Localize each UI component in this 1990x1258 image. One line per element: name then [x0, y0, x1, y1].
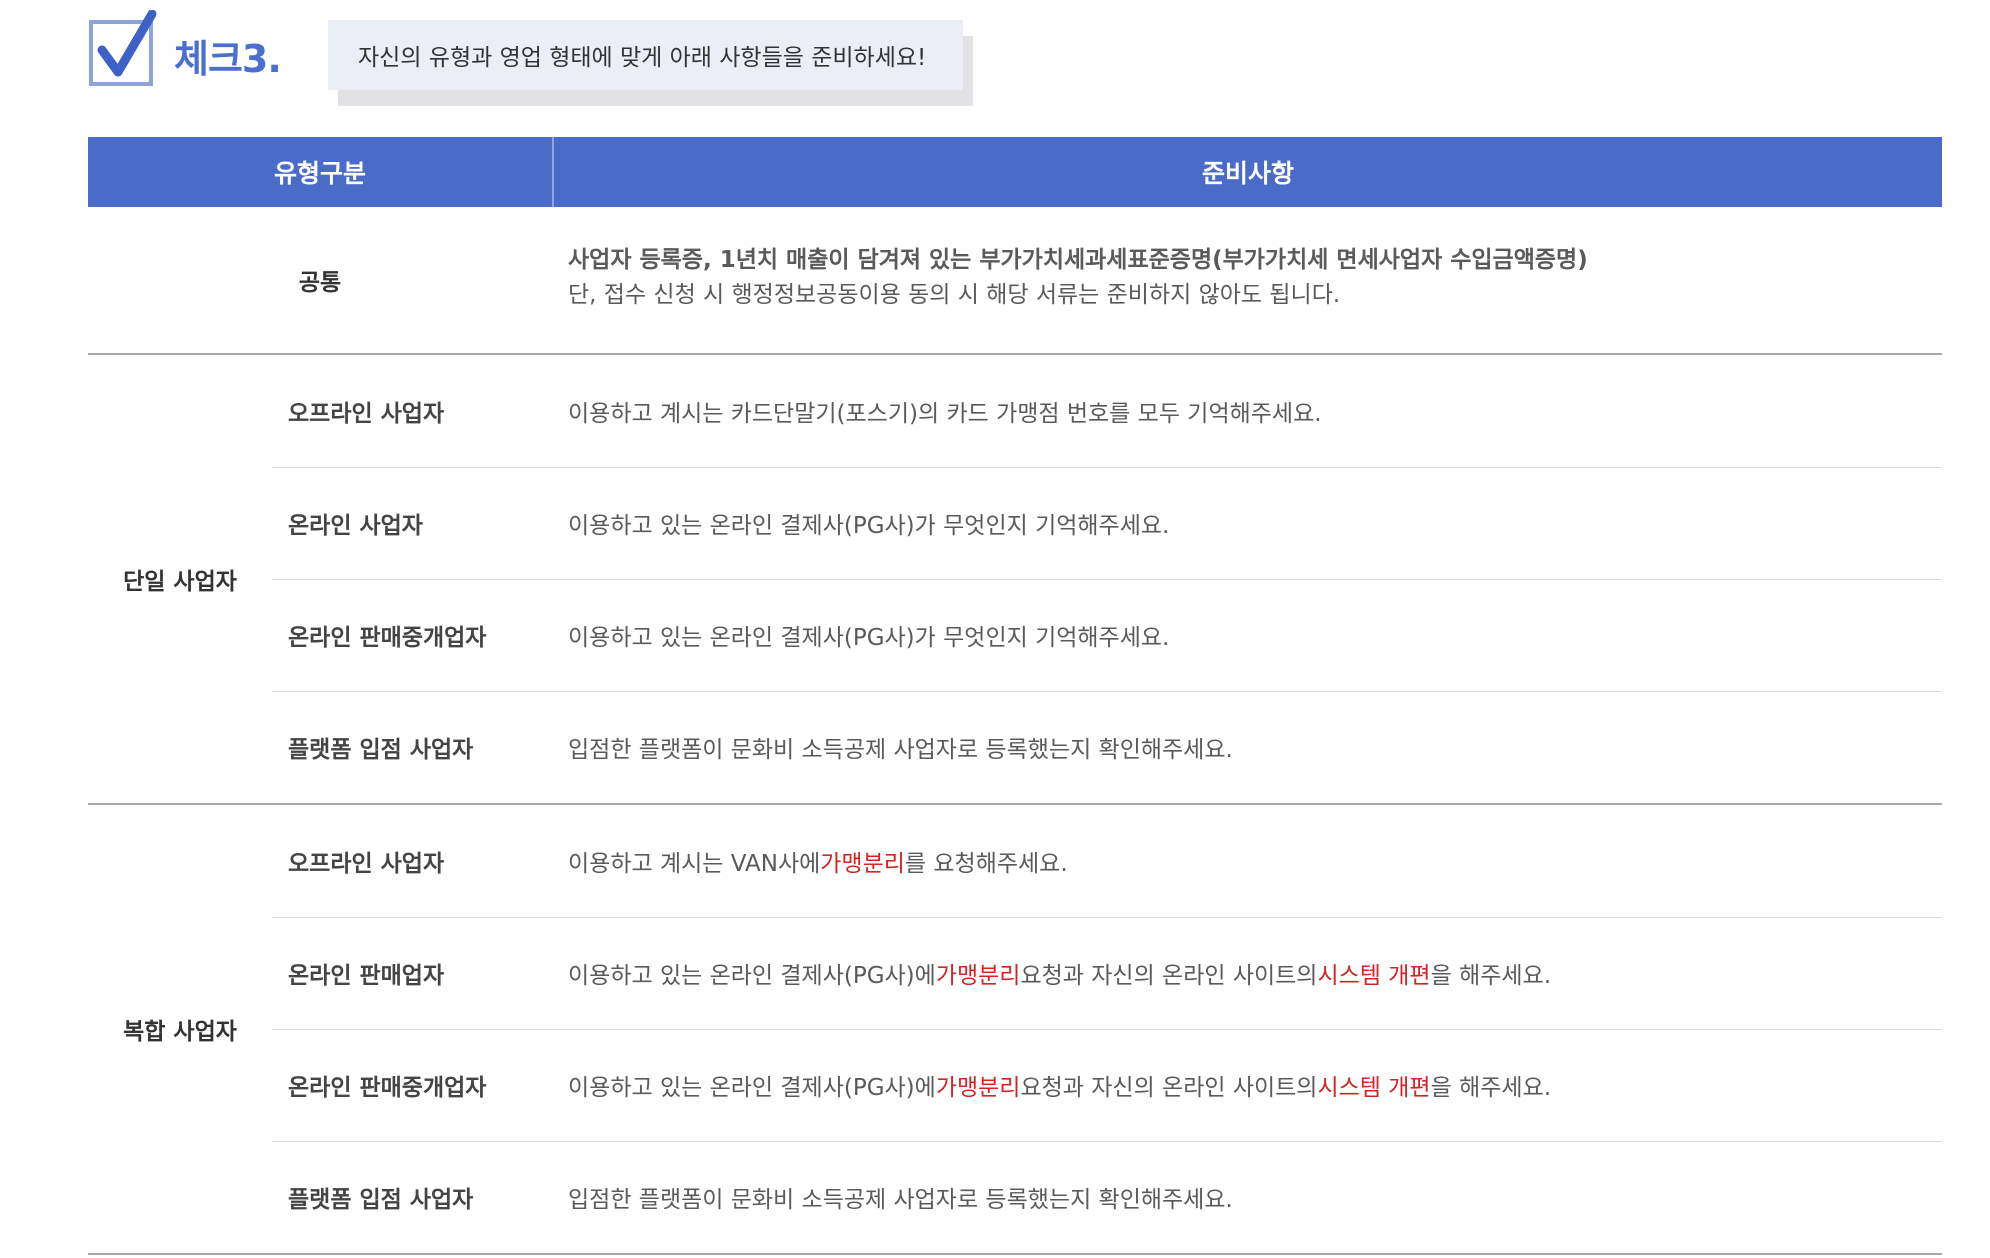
table-row: 온라인 판매중개업자 이용하고 있는 온라인 결제사(PG사)에 가맹분리 요청…	[88, 1029, 1942, 1141]
column-header-type: 유형구분	[273, 159, 366, 188]
divider-thick	[88, 1253, 1942, 1255]
column-header-preparation: 준비사항	[552, 137, 1942, 207]
text-part: 요청과 자신의 온라인 사이트의	[1020, 1075, 1318, 1101]
text-part: 을 해주세요.	[1430, 963, 1552, 989]
text-part: 을 해주세요.	[1430, 1075, 1552, 1101]
highlight-text: 가맹분리	[935, 963, 1021, 989]
callout-box: 자신의 유형과 영업 형태에 맞게 아래 사항들을 준비하세요!	[328, 20, 963, 90]
check-title: 체크3.	[174, 37, 282, 81]
row-text: 이용하고 계시는 카드단말기(포스기)의 카드 가맹점 번호를 모두 기억해주세…	[568, 401, 1322, 427]
table-row: 온라인 판매중개업자 이용하고 있는 온라인 결제사(PG사)가 무엇인지 기억…	[88, 579, 1942, 691]
highlight-text: 가맹분리	[820, 851, 905, 877]
text-part: 를 요청해주세요.	[904, 851, 1068, 877]
row-type: 온라인 판매중개업자	[288, 625, 487, 651]
table-row-common: 공통 사업자 등록증, 1년치 매출이 담겨져 있는 부가가치세과세표준증명(부…	[88, 207, 1942, 353]
text-part: 요청과 자신의 온라인 사이트의	[1020, 963, 1318, 989]
row-type: 온라인 사업자	[288, 513, 423, 539]
row-text: 입점한 플랫폼이 문화비 소득공제 사업자로 등록했는지 확인해주세요.	[568, 1141, 1233, 1253]
table-row: 플랫폼 입점 사업자 입점한 플랫폼이 문화비 소득공제 사업자로 등록했는지 …	[88, 691, 1942, 803]
text-part: 이용하고 있는 온라인 결제사(PG사)에	[568, 1075, 936, 1101]
row-text: 이용하고 있는 온라인 결제사(PG사)에 가맹분리 요청과 자신의 온라인 사…	[568, 1029, 1551, 1141]
table-row: 온라인 판매업자 이용하고 있는 온라인 결제사(PG사)에 가맹분리 요청과 …	[88, 917, 1942, 1029]
table-row: 온라인 사업자 이용하고 있는 온라인 결제사(PG사)가 무엇인지 기억해주세…	[88, 467, 1942, 579]
text-part: 입점한 플랫폼이 문화비 소득공제 사업자로 등록했는지 확인해주세요.	[568, 1187, 1233, 1213]
table-row: 오프라인 사업자 이용하고 계시는 VAN사에 가맹분리 를 요청해주세요.	[88, 805, 1942, 917]
section-header: 체크3. 자신의 유형과 영업 형태에 맞게 아래 사항들을 준비하세요!	[88, 10, 988, 106]
highlight-text: 시스템 개편	[1317, 963, 1431, 989]
row-text: 이용하고 있는 온라인 결제사(PG사)가 무엇인지 기억해주세요.	[568, 513, 1170, 539]
table-row: 플랫폼 입점 사업자 입점한 플랫폼이 문화비 소득공제 사업자로 등록했는지 …	[88, 1141, 1942, 1253]
row-type: 플랫폼 입점 사업자	[288, 1187, 474, 1213]
row-text: 이용하고 계시는 VAN사에 가맹분리 를 요청해주세요.	[568, 805, 1068, 917]
table-header: 유형구분 준비사항	[88, 137, 1942, 207]
highlight-text: 시스템 개편	[1317, 1075, 1431, 1101]
common-text-line2: 단, 접수 신청 시 행정정보공동이용 동의 시 해당 서류는 준비하지 않아도…	[568, 282, 1341, 308]
common-text: 사업자 등록증, 1년치 매출이 담겨져 있는 부가가치세과세표준증명(부가가치…	[568, 243, 1588, 313]
common-label: 공통	[298, 270, 342, 296]
table-row: 오프라인 사업자 이용하고 계시는 카드단말기(포스기)의 카드 가맹점 번호를…	[88, 355, 1942, 467]
row-text: 이용하고 있는 온라인 결제사(PG사)에 가맹분리 요청과 자신의 온라인 사…	[568, 917, 1551, 1029]
row-text: 입점한 플랫폼이 문화비 소득공제 사업자로 등록했는지 확인해주세요.	[568, 737, 1233, 763]
text-part: 이용하고 계시는 VAN사에	[568, 851, 821, 877]
row-type: 플랫폼 입점 사업자	[288, 737, 474, 763]
row-type: 온라인 판매중개업자	[288, 1075, 487, 1101]
checkbox-checked-icon	[89, 10, 157, 86]
row-type: 오프라인 사업자	[288, 851, 445, 877]
row-type: 오프라인 사업자	[288, 401, 445, 427]
highlight-text: 가맹분리	[935, 1075, 1021, 1101]
callout-text: 자신의 유형과 영업 형태에 맞게 아래 사항들을 준비하세요!	[358, 45, 927, 71]
row-type: 온라인 판매업자	[288, 963, 445, 989]
text-part: 이용하고 있는 온라인 결제사(PG사)에	[568, 963, 936, 989]
common-text-line1: 사업자 등록증, 1년치 매출이 담겨져 있는 부가가치세과세표준증명(부가가치…	[568, 247, 1588, 273]
preparation-table: 유형구분 준비사항 공통 사업자 등록증, 1년치 매출이 담겨져 있는 부가가…	[88, 137, 1942, 1255]
row-text: 이용하고 있는 온라인 결제사(PG사)가 무엇인지 기억해주세요.	[568, 625, 1170, 651]
